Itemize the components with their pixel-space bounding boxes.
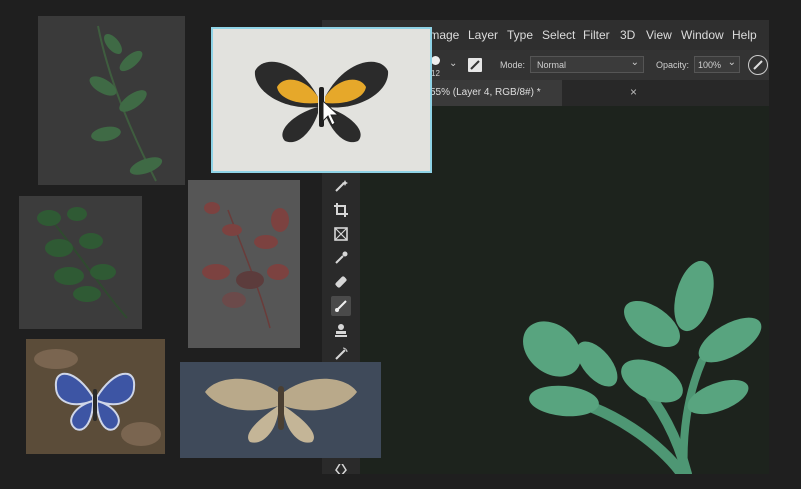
brush-preview-icon[interactable]	[431, 56, 440, 65]
mode-chevron-down-icon: ⌄	[630, 57, 639, 68]
pen-tool-icon[interactable]	[331, 464, 351, 474]
leaf-branch-photo[interactable]	[19, 196, 142, 329]
opacity-chevron-down-icon: ⌄	[727, 57, 736, 68]
document-tab-title: 55% (Layer 4, RGB/8#) *	[430, 87, 541, 98]
moth-photo[interactable]	[180, 362, 381, 458]
opacity-field[interactable]: 100% ⌄	[694, 56, 740, 73]
pressure-opacity-icon[interactable]	[748, 55, 768, 75]
frame-tool-icon[interactable]	[331, 224, 351, 244]
menu-window[interactable]: Window	[681, 28, 724, 42]
brush-size-label: 12	[431, 69, 440, 78]
mode-label: Mode:	[500, 60, 526, 70]
history-brush-tool-icon[interactable]	[331, 344, 351, 364]
eyedropper-tool-icon[interactable]	[331, 248, 351, 268]
menu-view[interactable]: View	[646, 28, 672, 42]
brush-settings-icon[interactable]	[468, 58, 482, 72]
healing-brush-tool-icon[interactable]	[331, 272, 351, 292]
menu-help[interactable]: Help	[732, 28, 757, 42]
menu-select[interactable]: Select	[542, 28, 575, 42]
magic-wand-tool-icon[interactable]	[331, 176, 351, 196]
opacity-value: 100%	[698, 60, 722, 70]
green-leaf-sprig-photo[interactable]	[38, 16, 185, 185]
red-leaves-illustration[interactable]	[188, 180, 300, 348]
close-icon[interactable]: ×	[630, 85, 637, 99]
mode-select[interactable]: Normal ⌄	[530, 56, 644, 73]
blue-butterfly-photo[interactable]	[26, 339, 165, 454]
crop-tool-icon[interactable]	[331, 200, 351, 220]
menu-filter[interactable]: Filter	[583, 28, 610, 42]
menu-3d[interactable]: 3D	[620, 28, 635, 42]
menu-type[interactable]: Type	[507, 28, 533, 42]
yellow-butterfly-photo-selected[interactable]	[211, 27, 432, 173]
brush-picker-chevron-icon[interactable]: ⌄	[449, 58, 457, 69]
mode-select-value: Normal	[537, 60, 567, 70]
clone-stamp-tool-icon[interactable]	[331, 320, 351, 340]
opacity-label: Opacity:	[656, 60, 690, 70]
menu-layer[interactable]: Layer	[468, 28, 498, 42]
brush-tool-icon[interactable]	[331, 296, 351, 316]
